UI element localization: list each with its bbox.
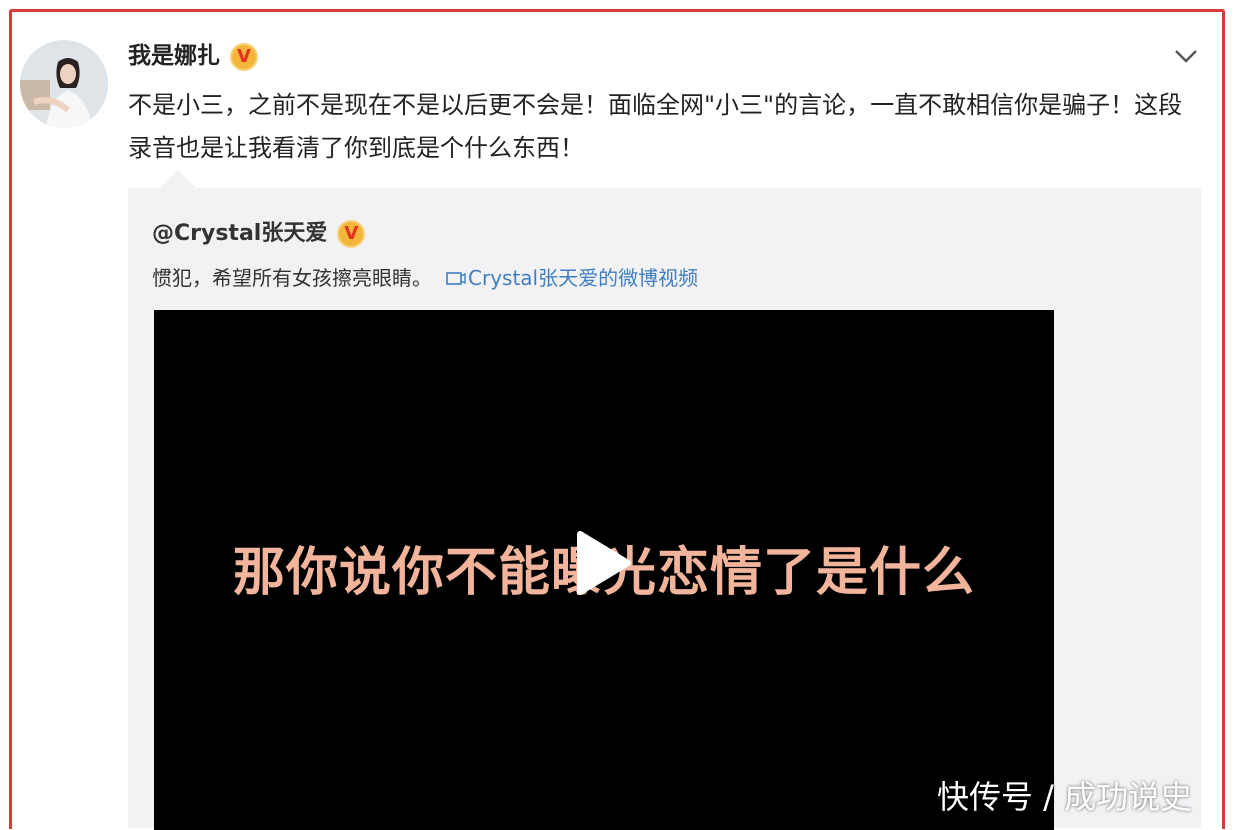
quoted-text: 惯犯，希望所有女孩擦亮眼睛。 Crystal张天爱的微博视频 [152, 263, 698, 293]
post-username-text[interactable]: 我是娜扎 [128, 43, 220, 69]
quoted-username[interactable]: @Crystal张天爱 V [152, 218, 366, 250]
video-player[interactable]: 那你说你不能曝光恋情了是什么 [154, 310, 1054, 830]
video-link[interactable]: Crystal张天爱的微博视频 [446, 266, 698, 290]
watermark: 快传号 / 成功说史 [937, 778, 1193, 816]
chevron-down-icon[interactable] [1172, 44, 1200, 68]
avatar[interactable] [20, 40, 108, 128]
video-icon [446, 272, 466, 285]
avatar-photo [20, 40, 108, 128]
verified-badge-icon: V [337, 220, 366, 248]
post-username[interactable]: 我是娜扎 V [128, 40, 258, 72]
verified-badge-icon: V [230, 42, 258, 71]
quoted-text-body: 惯犯，希望所有女孩擦亮眼睛。 [152, 266, 432, 290]
quoted-username-text[interactable]: @Crystal张天爱 [152, 221, 327, 246]
post-text: 不是小三，之前不是现在不是以后更不会是！面临全网"小三"的言论，一直不敢相信你是… [128, 91, 1183, 162]
play-icon[interactable] [572, 530, 634, 596]
video-link-text[interactable]: Crystal张天爱的微博视频 [468, 266, 698, 290]
quote-pointer [160, 170, 196, 188]
quoted-post[interactable]: @Crystal张天爱 V 惯犯，希望所有女孩擦亮眼睛。 Crystal张天爱的微博… [128, 188, 1201, 830]
